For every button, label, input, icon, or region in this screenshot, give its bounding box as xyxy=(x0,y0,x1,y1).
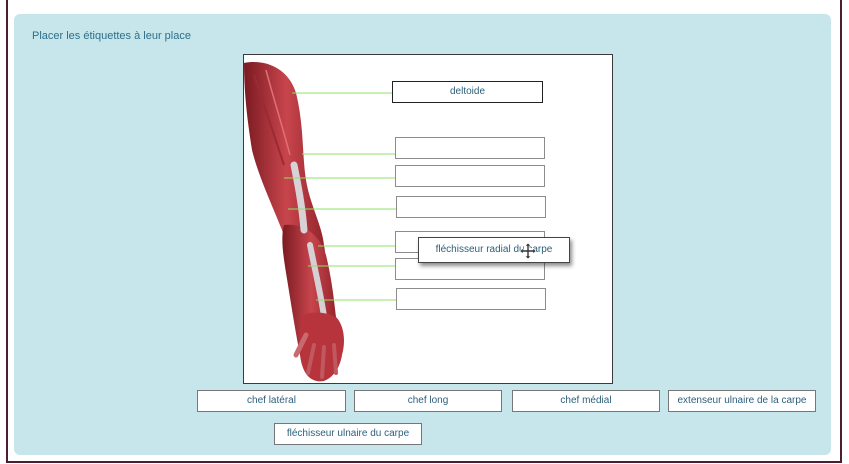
anatomy-image: deltoide xyxy=(243,54,613,384)
label-bank-item[interactable]: extenseur ulnaire de la carpe xyxy=(668,390,816,412)
label-bank-item[interactable]: chef médial xyxy=(512,390,660,412)
label-bank-item[interactable]: fléchisseur ulnaire du carpe xyxy=(274,423,422,445)
drop-slot[interactable] xyxy=(396,196,546,218)
label-bank-item[interactable]: chef long xyxy=(354,390,502,412)
drop-slot-deltoide[interactable]: deltoide xyxy=(392,81,543,103)
label-bank-item[interactable]: chef latéral xyxy=(197,390,346,412)
arm-muscle-illustration xyxy=(244,62,397,382)
drop-slot[interactable] xyxy=(395,165,545,187)
move-cursor-icon xyxy=(520,243,536,259)
dragging-label[interactable]: fléchisseur radial du carpe xyxy=(418,237,570,263)
instruction-text: Placer les étiquettes à leur place xyxy=(32,30,191,42)
exercise-panel: Placer les étiquettes à leur place delto… xyxy=(14,14,831,455)
drop-slot[interactable] xyxy=(396,288,546,310)
drop-slot[interactable] xyxy=(395,137,545,159)
